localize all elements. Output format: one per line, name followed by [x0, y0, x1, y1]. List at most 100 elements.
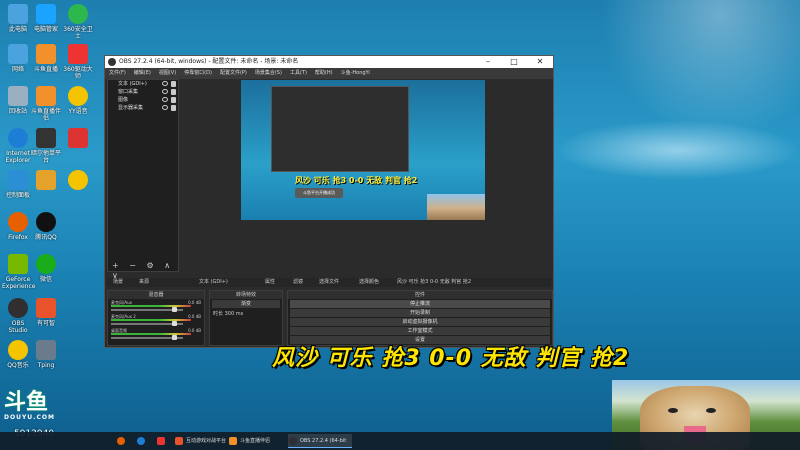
desktop-icon-pc-manager[interactable]: 电脑管家 [30, 4, 62, 33]
sunlight-glow [600, 0, 800, 140]
select-file-button[interactable]: 选择文件 [319, 278, 339, 287]
visibility-icon[interactable] [162, 105, 168, 110]
stop-streaming-button[interactable]: 停止推流 [290, 300, 550, 308]
desktop-icon-yy[interactable]: YY语音 [62, 86, 94, 115]
duration-field[interactable]: 300 ms [225, 311, 244, 317]
transition-select[interactable]: 渐变 [212, 300, 280, 308]
volume-knob[interactable] [172, 321, 177, 326]
desktop-icon-douyu[interactable]: 斗鱼直播 [30, 44, 62, 73]
transitions-header: 转场特效 [210, 291, 282, 299]
taskbar-game-platform[interactable]: 互动游戏对战平台 [174, 434, 226, 448]
menu-help[interactable]: 帮助(H) [315, 68, 333, 79]
virtual-camera-button[interactable]: 启动虚拟摄像机 [290, 318, 550, 326]
dog-eye [706, 408, 716, 413]
qq-music-icon [8, 340, 28, 360]
source-item[interactable]: 显示器采集 [108, 104, 178, 112]
mixer-track[interactable]: 麦克风/Aux 0.0 dB [108, 299, 204, 313]
preview-webcam [427, 194, 485, 220]
preview-canvas[interactable]: 风沙 可乐 抢3 0-0 无敌 判官 抢2 斗鱼平台开播成功 [241, 80, 485, 220]
desktop-icon-yellow-app[interactable] [62, 170, 94, 192]
dog-eye [668, 408, 678, 413]
desktop-icon-youkezhi[interactable]: 有可智 [30, 298, 62, 327]
ie-icon [8, 128, 28, 148]
select-color-button[interactable]: 选择颜色 [359, 278, 379, 287]
start-recording-button[interactable]: 开始录制 [290, 309, 550, 317]
minimize-button[interactable]: – [475, 56, 501, 68]
network-icon [8, 44, 28, 64]
douyu-icon [36, 86, 56, 106]
controls-header: 控件 [288, 291, 552, 299]
obs-logo-icon [108, 58, 116, 66]
desktop-icon-platform[interactable]: 暗尔他单平台 [30, 128, 62, 164]
menu-scene-collection[interactable]: 场景集合(S) [255, 68, 282, 79]
taskbar-browser[interactable] [136, 434, 152, 448]
taskbar: 互动游戏对战平台 斗鱼直播伴侣 OBS 27.2.4 (64-bit [0, 432, 800, 450]
platform-icon [36, 128, 56, 148]
taskbar-app[interactable] [156, 434, 172, 448]
lock-icon[interactable] [171, 89, 176, 95]
menu-douyu[interactable]: 斗鱼-HongYi [341, 68, 370, 79]
close-button[interactable]: ✕ [527, 56, 553, 68]
stream-caption: 风沙 可乐 抢3 0-0 无敌 判官 抢2 [272, 346, 630, 371]
volume-knob[interactable] [172, 335, 177, 340]
desktop-icon-app[interactable] [30, 170, 62, 192]
volume-knob[interactable] [172, 307, 177, 312]
menu-bar: 文件(F) 编辑(E) 视图(V) 停靠窗口(D) 配置文件(P) 场景集合(S… [105, 68, 553, 79]
shield-icon [36, 4, 56, 24]
obs-window[interactable]: OBS 27.2.4 (64-bit, windows) - 配置文件: 未命名… [104, 55, 554, 348]
transitions-dock: 转场特效 渐变 时长 300 ms [209, 290, 283, 346]
menu-tools[interactable]: 工具(T) [290, 68, 307, 79]
recycle-bin-icon [8, 86, 28, 106]
maximize-button[interactable]: □ [501, 56, 527, 68]
text-value-field[interactable]: 风沙 可乐 抢3 0-0 无敌 判官 抢2 [397, 278, 471, 287]
filters-button[interactable]: 滤镜 [293, 278, 303, 287]
visibility-icon[interactable] [162, 89, 168, 94]
lock-icon[interactable] [171, 81, 176, 87]
source-item[interactable]: 窗口采集 [108, 88, 178, 96]
mixer-dock: 混音器 麦克风/Aux 0.0 dB 麦克风/Aux 2 0.0 dB 桌面音频… [107, 290, 205, 346]
menu-docks[interactable]: 停靠窗口(D) [184, 68, 212, 79]
source-item[interactable]: 文本 (GDI+) [108, 80, 178, 88]
taskbar-obs[interactable]: OBS 27.2.4 (64-bit [288, 434, 352, 448]
properties-button[interactable]: 属性 [265, 278, 275, 287]
tping-icon [36, 340, 56, 360]
mixer-track[interactable]: 桌面音频 0.0 dB [108, 327, 204, 341]
window-title: OBS 27.2.4 (64-bit, windows) - 配置文件: 未命名… [119, 58, 299, 65]
tab-scenes[interactable]: 场景 [113, 278, 123, 287]
desktop-icon-red-app[interactable] [62, 128, 94, 150]
menu-file[interactable]: 文件(F) [109, 68, 126, 79]
lock-icon[interactable] [171, 105, 176, 111]
obs-title-bar[interactable]: OBS 27.2.4 (64-bit, windows) - 配置文件: 未命名… [105, 56, 553, 68]
mixer-header: 混音器 [108, 291, 204, 299]
taskbar-douyu[interactable]: 斗鱼直播伴侣 [228, 434, 284, 448]
360-icon [68, 4, 88, 24]
lock-icon[interactable] [171, 97, 176, 103]
desktop-icon-tping[interactable]: Tping [30, 340, 62, 369]
source-item[interactable]: 图像 [108, 96, 178, 104]
taskbar-firefox[interactable] [116, 434, 132, 448]
desktop-icon-douyu-companion[interactable]: 斗鱼直播伴侣 [30, 86, 62, 122]
desktop-icon-qq[interactable]: 腾讯QQ [30, 212, 62, 241]
menu-profile[interactable]: 配置文件(P) [220, 68, 247, 79]
menu-view[interactable]: 视图(V) [159, 68, 176, 79]
visibility-icon[interactable] [162, 97, 168, 102]
studio-mode-button[interactable]: 工作室模式 [290, 327, 550, 335]
desktop-icon-360-driver[interactable]: 360驱动大师 [62, 44, 94, 80]
desktop-icon-wechat[interactable]: 微信 [30, 254, 62, 283]
computer-icon [8, 4, 28, 24]
desktop-icon-360[interactable]: 360安全卫士 [62, 4, 94, 40]
menu-edit[interactable]: 编辑(E) [134, 68, 151, 79]
app-icon [68, 170, 88, 190]
driver-icon [68, 44, 88, 64]
tab-sources[interactable]: 来源 [139, 278, 149, 287]
visibility-icon[interactable] [162, 81, 168, 86]
sources-panel: 文本 (GDI+) 窗口采集 图像 显示器采集 + − ⚙ ∧ ∨ [107, 79, 179, 280]
preview-toast: 斗鱼平台开播成功 [295, 188, 343, 198]
preview-nested-obs [271, 86, 409, 172]
mixer-track[interactable]: 麦克风/Aux 2 0.0 dB [108, 313, 204, 327]
preview-caption: 风沙 可乐 抢3 0-0 无敌 判官 抢2 [295, 176, 418, 185]
firefox-icon [117, 437, 125, 445]
wechat-icon [36, 254, 56, 274]
sources-toolbar[interactable]: + − ⚙ ∧ ∨ [108, 261, 178, 280]
app-icon [36, 298, 56, 318]
